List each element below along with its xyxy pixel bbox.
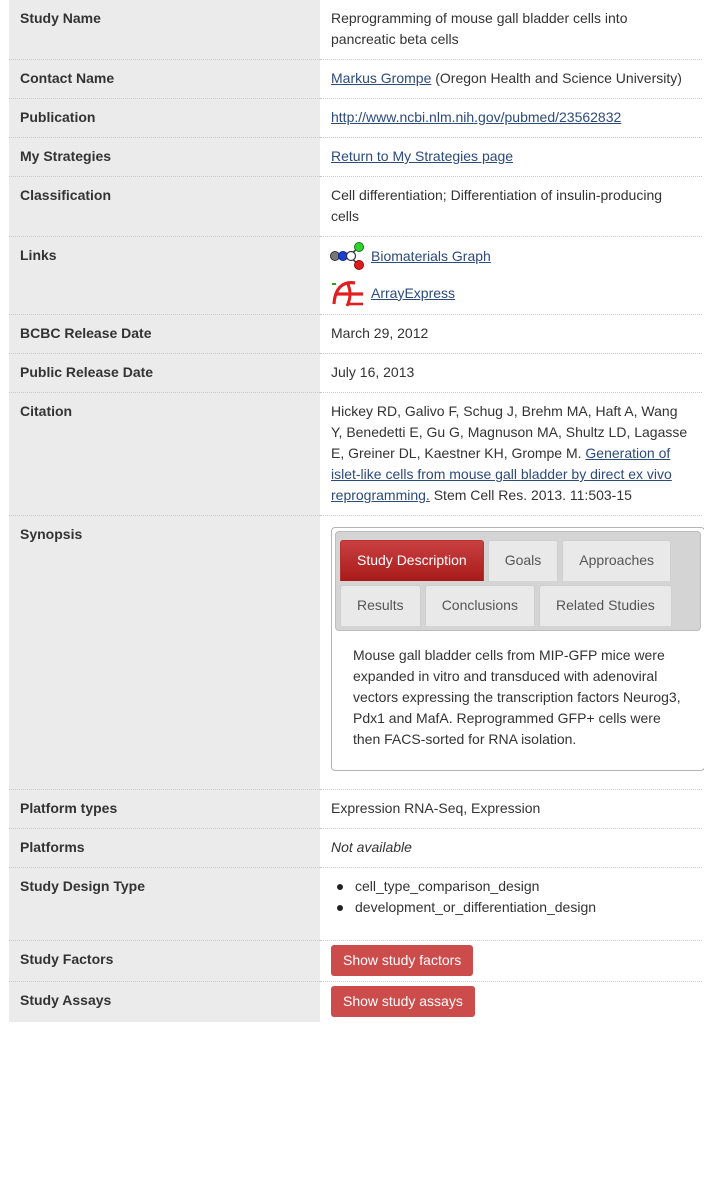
arrayexpress-icon	[332, 281, 363, 307]
contact-label: Contact Name	[9, 59, 320, 99]
arrayexpress-row: ArrayExpress	[331, 278, 692, 308]
row-citation: Citation Hickey RD, Galivo F, Schug J, B…	[9, 392, 702, 516]
platform-types-label: Platform types	[9, 789, 320, 829]
study-assays-value: Show study assays	[320, 982, 702, 1023]
tab-related-studies[interactable]: Related Studies	[538, 585, 672, 626]
row-platforms: Platforms Not available	[9, 828, 702, 868]
contact-affiliation: (Oregon Health and Science University)	[435, 70, 682, 86]
biomaterials-graph-row: Biomaterials Graph	[330, 241, 692, 271]
study-factors-value: Show study factors	[320, 940, 702, 982]
bcbc-release-date-label: BCBC Release Date	[9, 314, 320, 354]
row-public-release-date: Public Release Date July 16, 2013	[9, 353, 702, 393]
synopsis-tab-bar: Study Description Goals Approaches Resul…	[335, 531, 701, 631]
row-links: Links Biomaterials Graph ArrayExpress	[9, 236, 702, 315]
study-design-type-value: cell_type_comparison_design development_…	[320, 867, 702, 941]
study-assays-label: Study Assays	[9, 981, 320, 1022]
design-type-list: cell_type_comparison_design development_…	[331, 876, 692, 918]
study-design-type-label: Study Design Type	[9, 867, 320, 941]
public-release-date-value: July 16, 2013	[320, 353, 702, 393]
show-study-assays-button[interactable]: Show study assays	[331, 986, 475, 1017]
publication-value: http://www.ncbi.nlm.nih.gov/pubmed/23562…	[320, 98, 702, 138]
study-info-table: Study Name Reprogramming of mouse gall b…	[9, 0, 704, 1023]
tab-study-description[interactable]: Study Description	[340, 540, 484, 581]
biomaterials-graph-link[interactable]: Biomaterials Graph	[371, 246, 491, 267]
platforms-label: Platforms	[9, 828, 320, 868]
tab-approaches[interactable]: Approaches	[562, 540, 672, 581]
classification-value: Cell differentiation; Differentiation of…	[320, 176, 702, 237]
row-my-strategies: My Strategies Return to My Strategies pa…	[9, 137, 702, 177]
list-item: development_or_differentiation_design	[337, 897, 692, 918]
tab-goals[interactable]: Goals	[487, 540, 559, 581]
synopsis-description: Mouse gall bladder cells from MIP-GFP mi…	[353, 647, 681, 747]
row-synopsis: Synopsis Study Description Goals Approac…	[9, 515, 704, 790]
tab-conclusions[interactable]: Conclusions	[424, 585, 535, 626]
return-to-strategies-link[interactable]: Return to My Strategies page	[331, 148, 513, 164]
graph-icon	[330, 242, 364, 270]
citation-value: Hickey RD, Galivo F, Schug J, Brehm MA, …	[320, 392, 702, 516]
platform-types-value: Expression RNA-Seq, Expression	[320, 789, 702, 829]
platforms-value: Not available	[320, 828, 702, 868]
row-study-factors: Study Factors Show study factors	[9, 940, 702, 982]
bcbc-release-date-value: March 29, 2012	[320, 314, 702, 354]
publication-label: Publication	[9, 98, 320, 138]
arrayexpress-link[interactable]: ArrayExpress	[371, 283, 455, 304]
row-study-design-type: Study Design Type cell_type_comparison_d…	[9, 867, 702, 941]
synopsis-label: Synopsis	[9, 515, 320, 790]
links-label: Links	[9, 236, 320, 315]
public-release-date-label: Public Release Date	[9, 353, 320, 393]
row-study-name: Study Name Reprogramming of mouse gall b…	[9, 0, 702, 60]
synopsis-value: Study Description Goals Approaches Resul…	[320, 515, 704, 790]
contact-link[interactable]: Markus Grompe	[331, 70, 431, 86]
row-bcbc-release-date: BCBC Release Date March 29, 2012	[9, 314, 702, 354]
study-name-value: Reprogramming of mouse gall bladder cell…	[320, 0, 702, 60]
contact-value: Markus Grompe (Oregon Health and Science…	[320, 59, 702, 99]
tab-results[interactable]: Results	[340, 585, 421, 626]
show-study-factors-button[interactable]: Show study factors	[331, 945, 474, 976]
my-strategies-value: Return to My Strategies page	[320, 137, 702, 177]
study-factors-label: Study Factors	[9, 940, 320, 982]
classification-label: Classification	[9, 176, 320, 237]
citation-label: Citation	[9, 392, 320, 516]
row-contact: Contact Name Markus Grompe (Oregon Healt…	[9, 59, 702, 99]
links-value: Biomaterials Graph ArrayExpress	[320, 236, 702, 315]
list-item: cell_type_comparison_design	[337, 876, 692, 897]
my-strategies-label: My Strategies	[9, 137, 320, 177]
row-platform-types: Platform types Expression RNA-Seq, Expre…	[9, 789, 702, 829]
study-name-label: Study Name	[9, 0, 320, 60]
row-classification: Classification Cell differentiation; Dif…	[9, 176, 702, 237]
citation-journal: Stem Cell Res. 2013. 11:503-15	[433, 487, 632, 503]
row-study-assays: Study Assays Show study assays	[9, 981, 702, 1023]
publication-link[interactable]: http://www.ncbi.nlm.nih.gov/pubmed/23562…	[331, 109, 621, 125]
row-publication: Publication http://www.ncbi.nlm.nih.gov/…	[9, 98, 702, 138]
synopsis-panel: Study Description Goals Approaches Resul…	[331, 527, 704, 771]
